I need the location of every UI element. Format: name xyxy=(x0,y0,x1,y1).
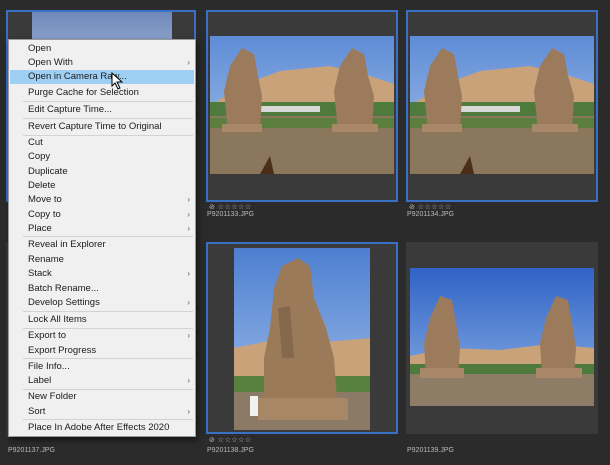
thumbnail-cell[interactable]: ⊘ ☆☆☆☆☆ xyxy=(206,10,398,211)
submenu-arrow-icon: › xyxy=(187,331,190,340)
menu-item-delete[interactable]: Delete xyxy=(10,179,194,193)
thumbnail-cell[interactable] xyxy=(406,242,598,434)
menu-item-duplicate[interactable]: Duplicate xyxy=(10,165,194,179)
submenu-arrow-icon: › xyxy=(187,298,190,307)
menu-separator xyxy=(23,236,193,237)
thumbnail-filename: P9201138.JPG xyxy=(207,447,254,454)
menu-item-stack[interactable]: Stack › xyxy=(10,267,194,281)
thumbnail-image xyxy=(32,12,172,42)
menu-item-label: Revert Capture Time to Original xyxy=(28,121,162,132)
thumbnail-image xyxy=(234,248,370,430)
menu-item-reveal-in-explorer[interactable]: Reveal in Explorer xyxy=(10,238,194,252)
menu-item-revert-capture-time[interactable]: Revert Capture Time to Original xyxy=(10,120,194,134)
thumbnail-filename: P9201134.JPG xyxy=(407,211,454,218)
menu-item-label: Reveal in Explorer xyxy=(28,239,106,250)
menu-item-label: Export to xyxy=(28,330,67,341)
menu-separator xyxy=(23,419,193,420)
menu-item-label: Duplicate xyxy=(28,166,68,177)
thumbnail-filename: P9201139.JPG xyxy=(407,447,454,454)
thumbnail-image xyxy=(410,268,594,406)
menu-item-label: Batch Rename... xyxy=(28,283,99,294)
menu-item-label: Sort xyxy=(28,406,46,417)
menu-item-edit-capture-time[interactable]: Edit Capture Time... xyxy=(10,103,194,117)
submenu-arrow-icon: › xyxy=(187,210,190,219)
menu-item-label: Place xyxy=(28,223,52,234)
menu-item-label-submenu[interactable]: Label › xyxy=(10,374,194,388)
rating-stars[interactable]: ⊘ ☆☆☆☆☆ xyxy=(209,203,252,211)
menu-item-open-in-camera-raw[interactable]: Open in Camera Raw... xyxy=(10,70,194,84)
mouse-cursor-icon xyxy=(111,72,124,90)
menu-item-cut[interactable]: Cut xyxy=(10,136,194,150)
thumbnail-image xyxy=(410,36,594,174)
submenu-arrow-icon: › xyxy=(187,376,190,385)
menu-item-open[interactable]: Open xyxy=(10,42,194,56)
menu-item-export-to[interactable]: Export to › xyxy=(10,329,194,343)
menu-item-file-info[interactable]: File Info... xyxy=(10,360,194,374)
menu-item-sort[interactable]: Sort › xyxy=(10,405,194,419)
menu-item-label: Delete xyxy=(28,180,56,191)
rating-stars[interactable]: ⊘ ☆☆☆☆☆ xyxy=(409,203,452,211)
menu-separator xyxy=(23,358,193,359)
submenu-arrow-icon: › xyxy=(187,58,190,67)
menu-item-new-folder[interactable]: New Folder xyxy=(10,390,194,404)
menu-item-label: Export Progress xyxy=(28,345,97,356)
thumbnail-filename: P9201137.JPG xyxy=(8,447,55,454)
thumbnail-image xyxy=(210,36,394,174)
menu-item-label: New Folder xyxy=(28,391,77,402)
menu-item-batch-rename[interactable]: Batch Rename... xyxy=(10,282,194,296)
menu-item-label: Cut xyxy=(28,137,43,148)
submenu-arrow-icon: › xyxy=(187,195,190,204)
menu-item-label: Place In Adobe After Effects 2020 xyxy=(28,422,170,433)
menu-separator xyxy=(23,101,193,102)
menu-item-copy-to[interactable]: Copy to › xyxy=(10,208,194,222)
menu-item-label: Open With xyxy=(28,57,73,68)
menu-item-place-in-after-effects[interactable]: Place In Adobe After Effects 2020 xyxy=(10,421,194,435)
menu-item-label: Copy xyxy=(28,151,51,162)
menu-item-open-with[interactable]: Open With › xyxy=(10,56,194,70)
menu-item-label: Move to xyxy=(28,194,62,205)
thumbnail-cell[interactable]: ⊘ ☆☆☆☆☆ xyxy=(406,10,598,211)
menu-separator xyxy=(23,311,193,312)
menu-item-label: File Info... xyxy=(28,361,70,372)
context-menu: Open Open With › Open in Camera Raw... Pu… xyxy=(8,39,196,437)
thumbnail-filename: P9201133.JPG xyxy=(207,211,254,218)
menu-item-label: Copy to xyxy=(28,209,61,220)
menu-item-purge-cache[interactable]: Purge Cache for Selection xyxy=(10,86,194,100)
thumbnail-cell[interactable]: ⊘ ☆☆☆☆☆ xyxy=(206,242,398,444)
menu-separator xyxy=(23,118,193,119)
menu-item-label: Edit Capture Time... xyxy=(28,104,112,115)
submenu-arrow-icon: › xyxy=(187,269,190,278)
menu-item-export-progress[interactable]: Export Progress xyxy=(10,344,194,358)
menu-item-label: Develop Settings xyxy=(28,297,100,308)
submenu-arrow-icon: › xyxy=(187,407,190,416)
submenu-arrow-icon: › xyxy=(187,224,190,233)
menu-item-label: Stack xyxy=(28,268,52,279)
menu-item-place[interactable]: Place › xyxy=(10,222,194,236)
menu-item-label: Open xyxy=(28,43,52,54)
rating-stars[interactable]: ⊘ ☆☆☆☆☆ xyxy=(209,436,252,444)
menu-item-lock-all-items[interactable]: Lock All Items xyxy=(10,313,194,327)
menu-item-label: Label xyxy=(28,375,52,386)
menu-item-copy[interactable]: Copy xyxy=(10,150,194,164)
menu-item-label: Rename xyxy=(28,254,64,265)
menu-item-develop-settings[interactable]: Develop Settings › xyxy=(10,296,194,310)
menu-item-label: Lock All Items xyxy=(28,314,87,325)
menu-item-move-to[interactable]: Move to › xyxy=(10,193,194,207)
menu-item-rename[interactable]: Rename xyxy=(10,253,194,267)
